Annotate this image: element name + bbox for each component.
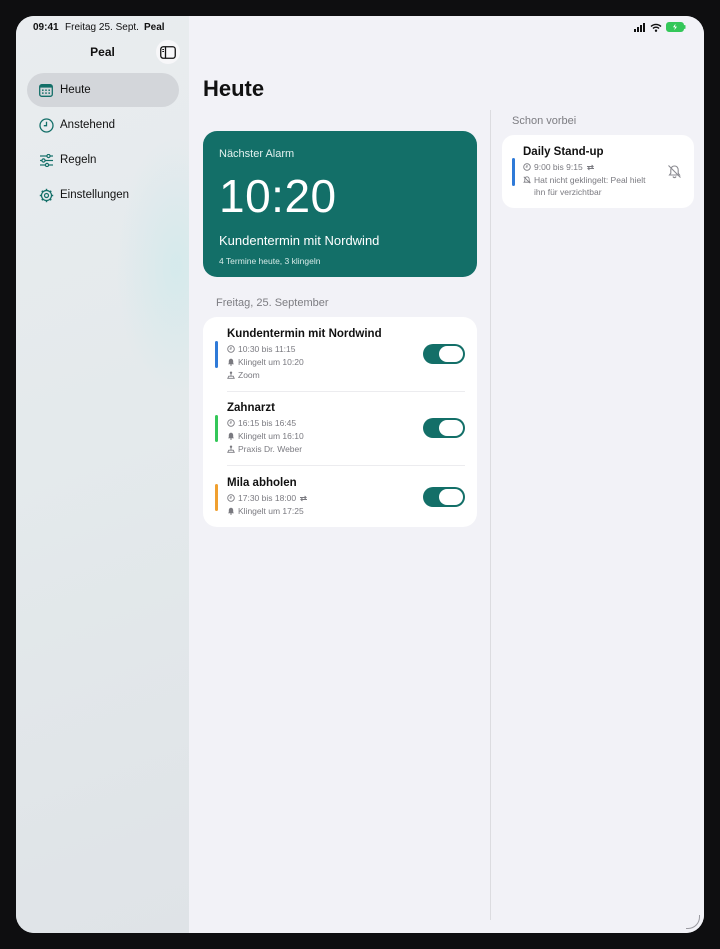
sidebar-item-label: Heute xyxy=(60,84,91,96)
bell-slash-icon xyxy=(523,176,531,184)
event-color-bar xyxy=(215,484,218,511)
event-location: Zoom xyxy=(238,370,260,380)
event-ring: Klingelt um 16:10 xyxy=(238,431,304,441)
event-ring-row: Klingelt um 17:25 xyxy=(227,506,304,516)
clock-icon xyxy=(523,163,531,171)
event-title: Zahnarzt xyxy=(227,402,275,414)
battery-icon xyxy=(666,22,686,32)
bell-icon xyxy=(228,358,234,366)
wifi-icon xyxy=(650,23,662,32)
sliders-icon xyxy=(38,152,54,168)
event-time-row: 17:30 bis 18:00 xyxy=(227,493,308,503)
event-ring: Klingelt um 17:25 xyxy=(238,506,304,516)
event-ring: Klingelt um 10:20 xyxy=(238,357,304,367)
event-toggle[interactable] xyxy=(423,487,465,507)
event-color-bar xyxy=(512,158,515,186)
event-time: 9:00 bis 9:15 xyxy=(534,162,583,172)
list-item[interactable]: Zahnarzt 16:15 bis 16:45 Klingelt um 16:… xyxy=(203,391,477,465)
status-bar: 09:41 Freitag 25. Sept. Peal xyxy=(16,16,704,38)
event-toggle[interactable] xyxy=(423,418,465,438)
clock-icon xyxy=(227,494,235,502)
next-alarm-label: Nächster Alarm xyxy=(219,148,295,160)
sidebar: Peal Heute Anstehend Regeln Einstellunge… xyxy=(16,16,236,933)
clock-icon xyxy=(38,117,54,133)
bell-icon xyxy=(228,507,234,515)
past-section-title: Schon vorbei xyxy=(512,115,577,127)
event-location-row: Praxis Dr. Weber xyxy=(227,444,302,454)
event-note-line-2: ihn für verzichtbar xyxy=(534,187,602,197)
next-alarm-time: 10:20 xyxy=(219,170,337,222)
muted-bell-icon xyxy=(667,164,682,184)
main-content: Heute Nächster Alarm 10:20 Kundentermin … xyxy=(189,16,704,933)
resize-corner xyxy=(686,915,700,929)
clock-icon xyxy=(227,345,235,353)
signal-icon xyxy=(634,22,645,32)
next-alarm-card[interactable]: Nächster Alarm 10:20 Kundentermin mit No… xyxy=(203,131,477,277)
sidebar-item-label: Anstehend xyxy=(60,119,115,131)
repeat-icon xyxy=(586,164,594,170)
next-alarm-title: Kundentermin mit Nordwind xyxy=(219,233,380,248)
status-indicators xyxy=(634,22,686,32)
sidebar-toggle-icon xyxy=(160,45,176,59)
pin-icon xyxy=(227,371,235,379)
event-color-bar xyxy=(215,415,218,442)
toggle-knob xyxy=(439,489,463,505)
event-note-row-2: ihn für verzichtbar xyxy=(534,187,602,197)
event-time-row: 9:00 bis 9:15 xyxy=(523,162,595,172)
event-time-row: 10:30 bis 11:15 xyxy=(227,344,296,354)
event-note-line-1: Hat nicht geklingelt: Peal hielt xyxy=(534,175,646,185)
event-ring-row: Klingelt um 10:20 xyxy=(227,357,304,367)
sidebar-toggle-button[interactable] xyxy=(156,40,180,64)
list-item[interactable]: Mila abholen 17:30 bis 18:00 Klingelt um… xyxy=(203,465,477,527)
event-location: Praxis Dr. Weber xyxy=(238,444,303,454)
event-ring-row: Klingelt um 16:10 xyxy=(227,431,304,441)
event-toggle[interactable] xyxy=(423,344,465,364)
sidebar-item-einstellungen[interactable]: Einstellungen xyxy=(27,178,179,212)
event-location-row: Zoom xyxy=(227,370,260,380)
status-time: 09:41 xyxy=(33,22,59,33)
event-title: Kundentermin mit Nordwind xyxy=(227,328,382,340)
column-divider xyxy=(490,110,491,920)
event-color-bar xyxy=(215,341,218,368)
event-title: Mila abholen xyxy=(227,477,297,489)
sidebar-item-regeln[interactable]: Regeln xyxy=(27,143,179,177)
status-date: Freitag 25. Sept. xyxy=(65,22,139,33)
toggle-knob xyxy=(439,420,463,436)
next-alarm-summary: 4 Termine heute, 3 klingeln xyxy=(219,256,321,266)
status-app: Peal xyxy=(144,22,165,33)
calendar-icon xyxy=(38,82,54,98)
sidebar-nav: Heute Anstehend Regeln Einstellungen xyxy=(27,73,179,213)
past-event-card[interactable]: Daily Stand-up 9:00 bis 9:15 Hat nicht g… xyxy=(502,135,694,208)
sidebar-item-heute[interactable]: Heute xyxy=(27,73,179,107)
toggle-knob xyxy=(439,346,463,362)
screen: 09:41 Freitag 25. Sept. Peal Peal Heute xyxy=(16,16,704,933)
event-time: 10:30 bis 11:15 xyxy=(238,344,296,354)
bell-icon xyxy=(228,432,234,440)
event-time: 17:30 bis 18:00 xyxy=(238,493,297,503)
sidebar-item-label: Regeln xyxy=(60,154,97,166)
clock-icon xyxy=(227,419,235,427)
event-note-row: Hat nicht geklingelt: Peal hielt xyxy=(523,175,646,185)
pin-icon xyxy=(227,445,235,453)
gear-icon xyxy=(38,187,54,203)
repeat-icon xyxy=(300,495,308,501)
events-card: Kundentermin mit Nordwind 10:30 bis 11:1… xyxy=(203,317,477,527)
event-title: Daily Stand-up xyxy=(523,146,604,158)
section-title: Freitag, 25. September xyxy=(216,297,329,309)
event-time: 16:15 bis 16:45 xyxy=(238,418,297,428)
list-item[interactable]: Kundentermin mit Nordwind 10:30 bis 11:1… xyxy=(203,317,477,391)
sidebar-item-label: Einstellungen xyxy=(60,189,130,201)
event-time-row: 16:15 bis 16:45 xyxy=(227,418,296,428)
page-title: Heute xyxy=(203,76,265,101)
sidebar-item-anstehend[interactable]: Anstehend xyxy=(27,108,179,142)
